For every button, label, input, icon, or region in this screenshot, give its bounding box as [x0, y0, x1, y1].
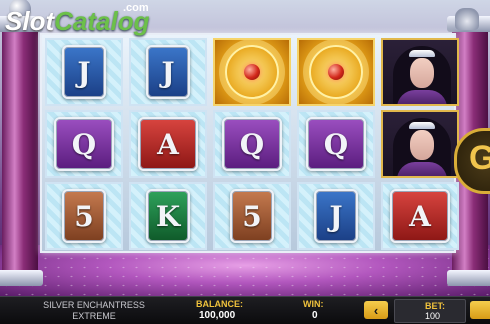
card-symbol-q: Q [54, 117, 114, 171]
card-symbol-a: A [138, 117, 198, 171]
amulet-ring-icon [225, 45, 279, 99]
reel-symbol-card: Q [297, 110, 375, 178]
game-title: SILVER ENCHANTRESS EXTREME [43, 300, 145, 321]
enchantress-symbol [381, 38, 459, 106]
reel-symbol-card: A [129, 110, 207, 178]
reel-symbol-card: J [297, 182, 375, 250]
card-symbol-j: J [62, 45, 106, 99]
reel-area: JJQAQQ5K5JA [40, 33, 459, 253]
balance-label: BALANCE: [196, 299, 243, 309]
amulet-symbol [297, 38, 375, 106]
card-symbol-q: Q [306, 117, 366, 171]
card-symbol-q: Q [222, 117, 282, 171]
chevron-left-icon: ‹ [373, 302, 379, 318]
reel-grid: JJQAQQ5K5JA [45, 38, 459, 250]
enchantress-face [410, 58, 434, 88]
card-symbol-5: 5 [230, 189, 274, 243]
enchantress-symbol [381, 110, 459, 178]
card-symbol-a: A [390, 189, 450, 243]
bet-label: BET: [425, 301, 445, 311]
reel-symbol-card: J [45, 38, 123, 106]
reel-symbol-card: 5 [45, 182, 123, 250]
site-logo: Slot Catalog .com [5, 2, 149, 36]
win-value: 0 [312, 310, 318, 321]
bet-increase-button[interactable] [470, 301, 490, 319]
enchantress-shoulder [397, 162, 447, 176]
balance-value: 100,000 [199, 310, 236, 321]
reel-symbol-card: K [129, 182, 207, 250]
reel-symbol-card: 5 [213, 182, 291, 250]
bet-decrease-button[interactable]: ‹ [364, 301, 388, 319]
game-scene: JJQAQQ5K5JA G Slot Catalog .com [0, 0, 490, 296]
card-symbol-j: J [146, 45, 190, 99]
amulet-ring-icon [309, 45, 363, 99]
reel-symbol-card: A [381, 182, 459, 250]
card-symbol-j: J [314, 189, 358, 243]
card-symbol-5: 5 [62, 189, 106, 243]
card-symbol-k: K [146, 189, 190, 243]
enchantress-tiara [409, 50, 435, 57]
logo-slot-text: Slot [5, 6, 55, 36]
reel-symbol-card: Q [213, 110, 291, 178]
bet-display: BET: 100 [394, 299, 466, 323]
reel-symbol-card: Q [45, 110, 123, 178]
reel-symbol-card: J [129, 38, 207, 106]
enchantress-shoulder [397, 90, 447, 104]
win-label: WIN: [303, 299, 324, 309]
ruby-gem-icon [244, 64, 260, 80]
logo-dotcom-text: .com [123, 2, 149, 14]
enchantress-face [410, 130, 434, 160]
bet-value: 100 [425, 311, 441, 321]
gargoyle-icon [455, 8, 479, 30]
spin-icon: G [469, 139, 490, 177]
bottom-bar: SILVER ENCHANTRESS EXTREME BALANCE: 100,… [0, 296, 490, 324]
enchantress-tiara [409, 122, 435, 129]
left-pillar [0, 0, 43, 286]
ruby-gem-icon [328, 64, 344, 80]
amulet-symbol [213, 38, 291, 106]
